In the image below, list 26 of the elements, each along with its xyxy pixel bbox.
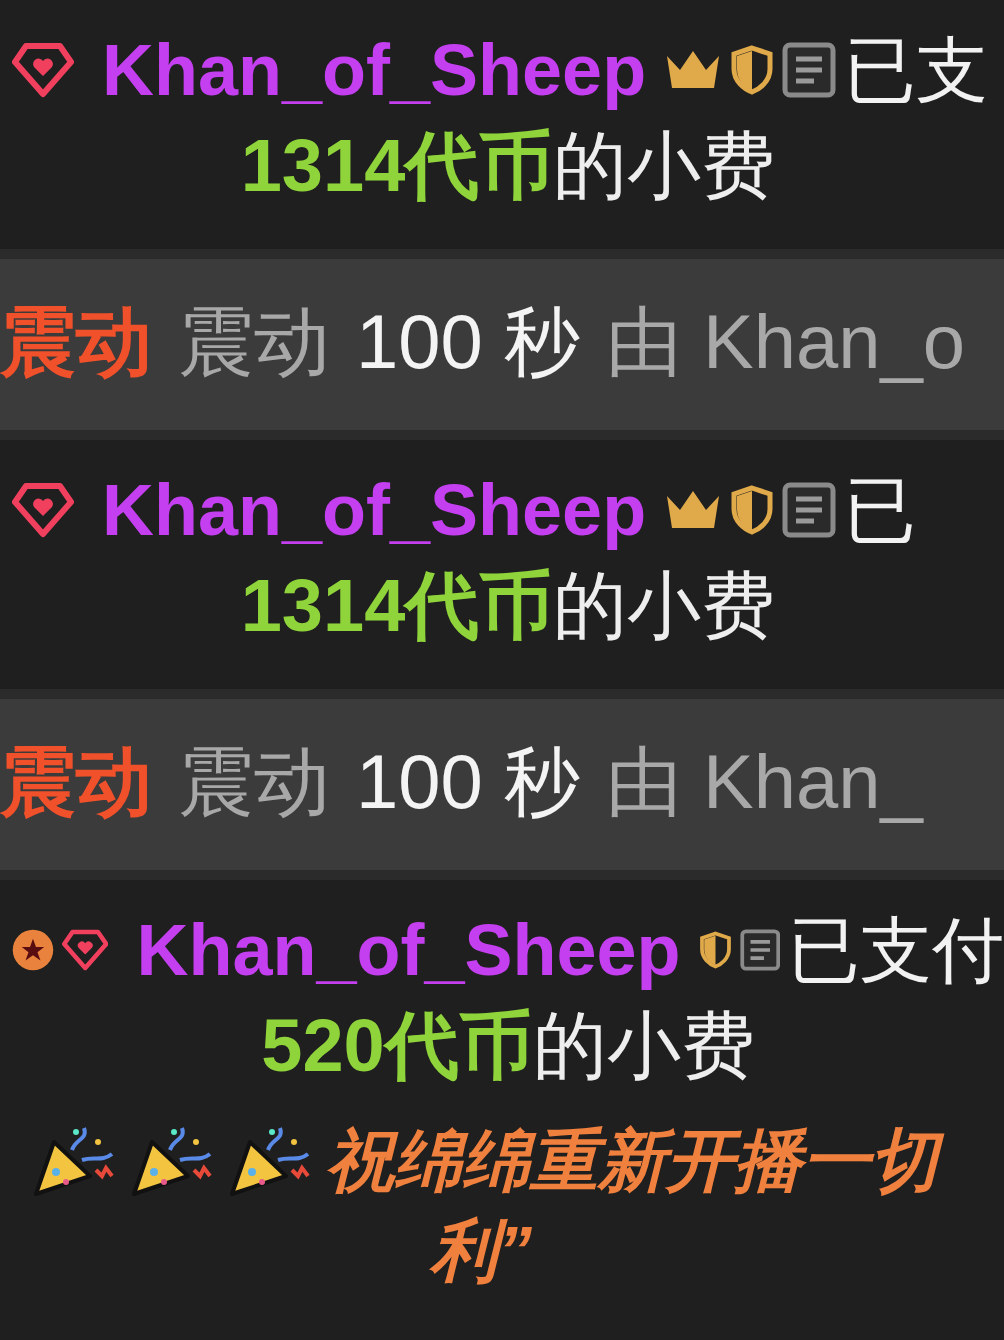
username: Khan_of_Sheep — [136, 910, 681, 990]
tip-text: 已 — [844, 470, 917, 550]
tip-text: 已支付 — [788, 910, 1004, 990]
document-icon — [782, 42, 837, 98]
tip-text: 已支 — [844, 30, 989, 110]
gem-heart-icon — [12, 42, 74, 98]
tip-message: 祝绵绵重新开播一切 — [326, 1115, 952, 1205]
shield-icon — [730, 485, 775, 535]
vibration-label: 震动 — [178, 739, 330, 824]
document-icon — [782, 482, 837, 538]
tip-suffix: 的小费 — [553, 124, 776, 207]
vibration-duration: 100 秒 — [356, 739, 580, 824]
tip-message: 利” — [430, 1212, 533, 1288]
vibration-label: 震动 — [178, 299, 330, 384]
vibration-sender: 由 Khan_ — [605, 739, 923, 824]
shield-icon — [730, 45, 775, 95]
gem-heart-icon — [12, 482, 74, 538]
tip-suffix: 的小费 — [532, 1004, 755, 1087]
tip-amount: 1314代币 — [240, 124, 554, 207]
username: Khan_of_Sheep — [102, 30, 647, 110]
tip-amount: 520代币 — [261, 1004, 533, 1087]
vibration-sender: 由 Khan_o — [605, 299, 966, 384]
tip-amount: 1314代币 — [240, 564, 554, 647]
vibration-duration: 100 秒 — [356, 299, 580, 384]
username: Khan_of_Sheep — [102, 470, 647, 550]
tip-suffix: 的小费 — [553, 564, 776, 647]
